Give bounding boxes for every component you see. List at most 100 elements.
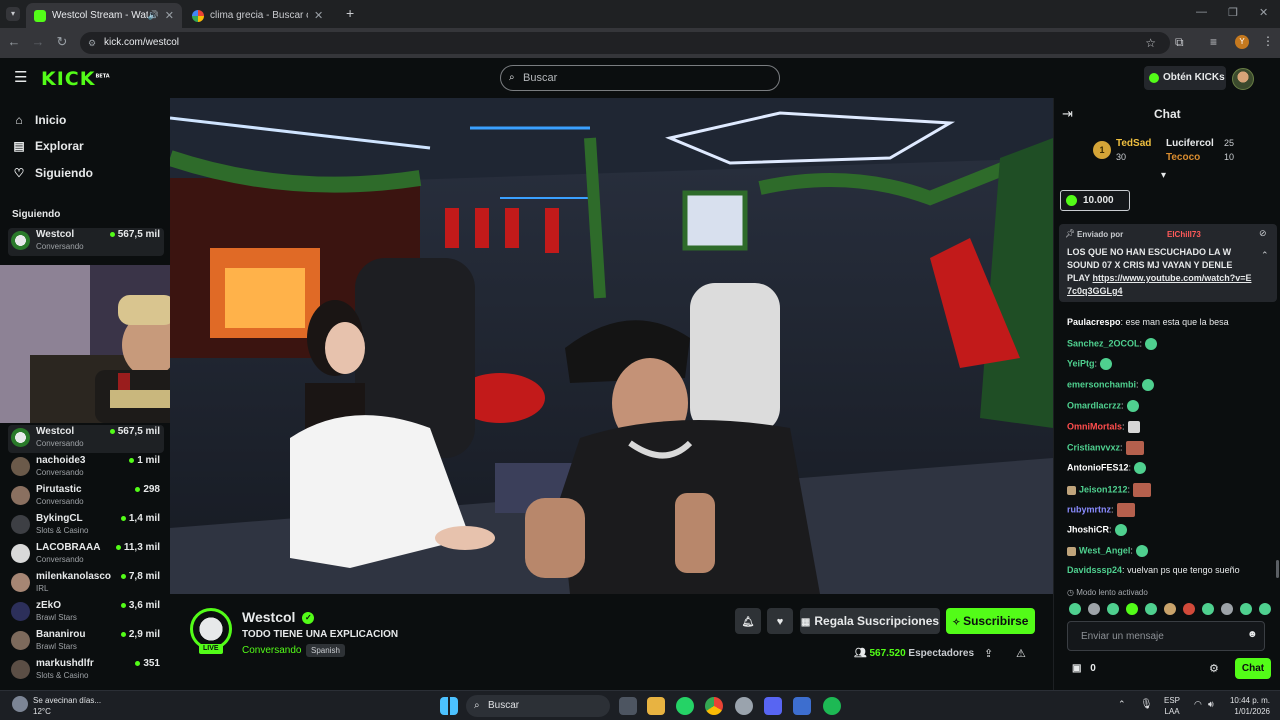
chat-username[interactable]: Sanchez_2OCOL <box>1067 338 1140 348</box>
emote-icon[interactable] <box>1145 603 1157 615</box>
chat-username[interactable]: AntonioFES12 <box>1067 462 1129 472</box>
emote-icon[interactable] <box>1126 603 1138 615</box>
unpin-icon[interactable]: ⊘ <box>1259 228 1267 239</box>
clock[interactable]: 10:44 p. m. 1/01/2026 <box>1226 695 1270 717</box>
discord-icon[interactable] <box>764 697 782 715</box>
recommended-channel[interactable]: milenkanolasco IRL 7,8 mil <box>8 570 164 598</box>
notifications-button[interactable]: 🔔︎ <box>735 608 761 634</box>
recommended-channel[interactable]: Westcol Conversando 567,5 mil <box>8 425 164 453</box>
emote-icon[interactable] <box>1088 603 1100 615</box>
channel-name[interactable]: Westcol ✓ <box>242 609 315 625</box>
chat-message[interactable]: Jeison1212: <box>1067 483 1152 497</box>
collapse-chat-icon[interactable]: ⇥ <box>1062 106 1073 122</box>
following-channel[interactable]: Westcol Conversando 567,5 mil <box>8 228 164 256</box>
recommended-channel[interactable]: Bananirou Brawl Stars 2,9 mil <box>8 628 164 656</box>
chat-message[interactable]: emersonchambi: <box>1067 379 1154 391</box>
video-player[interactable] <box>170 98 1053 594</box>
recommended-channel[interactable]: zEkO Brawl Stars 3,6 mil <box>8 599 164 627</box>
chat-message[interactable]: rubymrtnz: <box>1067 503 1135 517</box>
sidebar-item-siguiendo[interactable]: ♡ Siguiendo <box>12 166 93 180</box>
chat-username[interactable]: West_Angel <box>1079 545 1130 555</box>
pinned-message[interactable]: 📌︎ Enviado por ElChill73 ⊘ ⌃ LOS QUE NO … <box>1059 224 1277 302</box>
emote-icon[interactable] <box>1202 603 1214 615</box>
emoji-picker-icon[interactable]: ☻ <box>1247 629 1258 640</box>
chat-message[interactable]: AntonioFES12: <box>1067 462 1147 474</box>
chat-settings-icon[interactable]: ⚙ <box>1209 662 1219 675</box>
emote-icon[interactable] <box>1183 603 1195 615</box>
language-tag[interactable]: Spanish <box>306 644 345 657</box>
chat-points[interactable]: ▣ 0 <box>1072 663 1096 674</box>
chat-message[interactable]: Davidsssp24: vuelvan ps que tengo sueño <box>1067 565 1240 575</box>
app-icon[interactable] <box>793 697 811 715</box>
chat-username[interactable]: JhoshiCR <box>1067 524 1109 534</box>
weather-widget[interactable]: Se avecinan días... 12°C <box>10 693 130 719</box>
kicks-chip[interactable]: 10.000 <box>1060 190 1130 211</box>
chat-username[interactable]: Cristianvvxz <box>1067 442 1120 452</box>
chat-message[interactable]: Cristianvvxz: <box>1067 441 1144 455</box>
chat-message[interactable]: JhoshiCR: <box>1067 524 1127 536</box>
microphone-icon[interactable]: 🎙︎ <box>1140 699 1153 710</box>
get-kicks-button[interactable]: Obtén KICKs <box>1144 66 1226 90</box>
collapse-pin-icon[interactable]: ⌃ <box>1261 250 1269 261</box>
menu-icon[interactable]: ☰ <box>14 68 27 86</box>
media-control-icon[interactable]: ≡ <box>1210 35 1217 49</box>
recommended-channel[interactable]: BykingCL Slots & Casino 1,4 mil <box>8 512 164 540</box>
user-avatar[interactable] <box>1232 68 1254 90</box>
maximize-button[interactable]: ❐ <box>1228 6 1238 19</box>
pinned-link[interactable]: https://www.youtube.com/watch?v=E7c0q3GG… <box>1067 273 1251 296</box>
send-chat-button[interactable]: Chat <box>1235 658 1271 679</box>
chat-message[interactable]: Paulacrespo: ese man esta que la besa <box>1067 317 1229 327</box>
emote-icon[interactable] <box>1221 603 1233 615</box>
forward-button[interactable]: → <box>29 34 47 49</box>
chat-username[interactable]: rubymrtnz <box>1067 504 1111 514</box>
chat-message[interactable]: West_Angel: <box>1067 545 1148 557</box>
chat-message[interactable]: OmniMortals: <box>1067 421 1140 433</box>
leaderboard[interactable]: 1 TedSad 30 Lucifercol 25 Tecoco 10 <box>1091 138 1241 168</box>
chat-message[interactable]: Omardlacrzz: <box>1067 400 1139 412</box>
tab-list-button[interactable]: ▾ <box>6 7 20 21</box>
kick-logo[interactable]: KICKBETA <box>41 68 110 90</box>
recommended-channel[interactable]: nachoide3 Conversando 1 mil <box>8 454 164 482</box>
language-indicator[interactable]: ESP LAA <box>1164 695 1180 717</box>
follow-button[interactable]: ♥ <box>767 608 793 634</box>
app-icon[interactable] <box>735 697 753 715</box>
reload-button[interactable]: ↻ <box>53 34 71 50</box>
chat-username[interactable]: YeiPtg <box>1067 358 1095 368</box>
chat-username[interactable]: Jeison1212 <box>1079 484 1128 494</box>
profile-avatar[interactable]: Y <box>1235 35 1249 49</box>
chat-scrollbar[interactable] <box>1276 560 1279 578</box>
task-view-icon[interactable] <box>619 697 637 715</box>
file-explorer-icon[interactable] <box>647 697 665 715</box>
chat-username[interactable]: Davidsssp24 <box>1067 565 1122 575</box>
extensions-icon[interactable]: ⧉ <box>1175 35 1184 50</box>
chat-username[interactable]: Omardlacrzz <box>1067 400 1121 410</box>
whatsapp-icon[interactable] <box>676 697 694 715</box>
volume-icon[interactable]: 🔊︎ <box>1208 699 1214 710</box>
windows-start-icon[interactable] <box>440 697 458 715</box>
bookmark-star-icon[interactable]: ☆ <box>1145 32 1156 54</box>
emote-icon[interactable] <box>1107 603 1119 615</box>
close-tab-icon[interactable]: ✕ <box>314 9 323 22</box>
chat-input[interactable]: Enviar un mensaje ☻ <box>1067 621 1265 651</box>
close-tab-icon[interactable]: ✕ <box>165 9 174 22</box>
back-button[interactable]: ← <box>5 34 23 49</box>
share-icon[interactable]: ⇪ <box>984 647 993 660</box>
taskbar-search[interactable]: ⌕ Buscar <box>466 695 610 717</box>
recommended-channel[interactable]: Pirutastic Conversando 298 <box>8 483 164 511</box>
gift-subs-button[interactable]: ▦ Regala Suscripciones <box>800 608 940 634</box>
wifi-icon[interactable]: ◠ <box>1194 699 1202 710</box>
chrome-icon[interactable] <box>705 697 723 715</box>
chat-username[interactable]: emersonchambi <box>1067 379 1136 389</box>
emote-icon[interactable] <box>1164 603 1176 615</box>
search-input[interactable]: ⌕ Buscar <box>500 65 780 91</box>
tray-overflow-icon[interactable]: ⌃ <box>1118 699 1126 710</box>
expand-leaderboard-icon[interactable]: ▾ <box>1161 170 1166 181</box>
subscribe-button[interactable]: ✧ Suscribirse <box>946 608 1035 634</box>
tab-google[interactable]: clima grecia - Buscar con Google ✕ <box>184 3 340 28</box>
sidebar-item-inicio[interactable]: ⌂ Inicio <box>12 113 66 127</box>
chat-message[interactable]: Sanchez_2OCOL: <box>1067 338 1158 350</box>
emote-icon[interactable] <box>1259 603 1271 615</box>
stream-category-link[interactable]: Conversando <box>242 645 301 656</box>
browser-menu-icon[interactable]: ⋮ <box>1262 34 1274 48</box>
report-icon[interactable]: ⚠ <box>1016 647 1026 660</box>
